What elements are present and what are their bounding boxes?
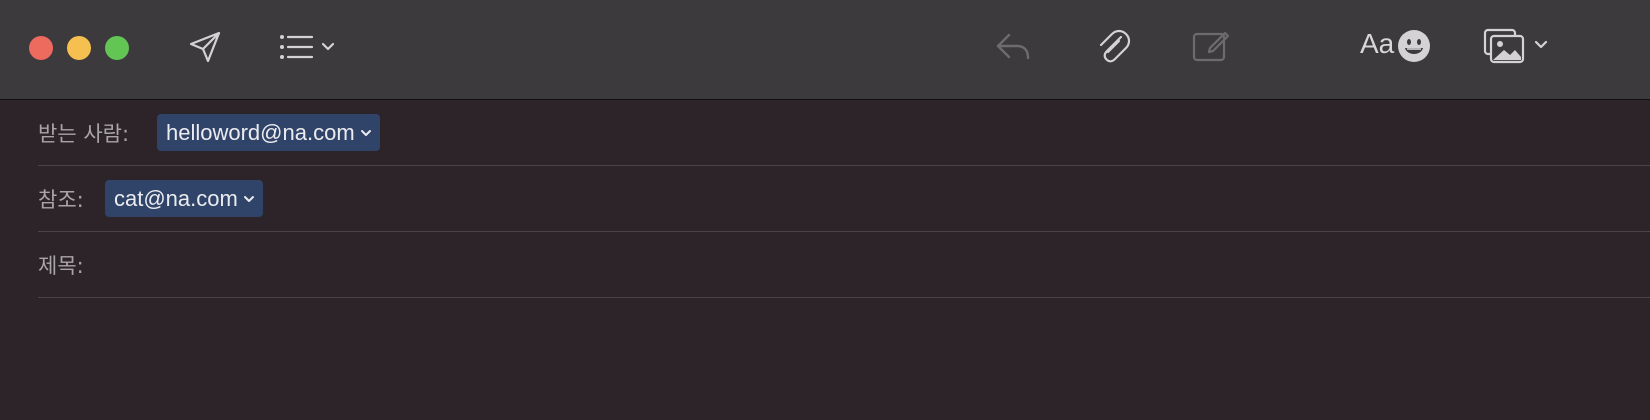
to-field: 받는 사람: helloword@na.com [38, 100, 1650, 166]
smiley-icon [1398, 30, 1430, 62]
cc-label: 참조: [38, 188, 84, 212]
markup-button[interactable] [1190, 26, 1232, 66]
photo-browser-button[interactable] [1482, 26, 1552, 66]
message-body[interactable] [0, 298, 1650, 420]
send-button[interactable] [186, 28, 224, 66]
markup-icon [1192, 31, 1230, 62]
chevron-down-icon[interactable] [243, 194, 255, 204]
subject-label: 제목: [38, 254, 84, 278]
cc-field: 참조: cat@na.com [38, 166, 1650, 232]
attach-button[interactable] [1094, 26, 1132, 68]
zoom-window-button[interactable] [105, 36, 129, 60]
list-icon [280, 35, 335, 59]
reply-arrow-icon [996, 33, 1030, 60]
subject-field[interactable]: 제목: [38, 232, 1650, 298]
cc-recipient-token[interactable]: cat@na.com [105, 180, 263, 217]
to-recipient-token[interactable]: helloword@na.com [157, 114, 380, 151]
emoji-button[interactable] [1396, 28, 1432, 64]
paperclip-icon [1099, 29, 1131, 63]
paper-plane-icon [189, 31, 221, 63]
to-recipient-address: helloword@na.com [166, 119, 355, 145]
cc-recipient-address: cat@na.com [114, 185, 238, 211]
photo-icon [1483, 28, 1548, 64]
reply-button[interactable] [992, 28, 1034, 66]
minimize-window-button[interactable] [67, 36, 91, 60]
close-window-button[interactable] [29, 36, 53, 60]
chevron-down-icon[interactable] [360, 128, 372, 138]
to-label: 받는 사람: [38, 122, 130, 146]
toolbar: Aa [0, 0, 1650, 100]
format-button[interactable]: Aa [1360, 28, 1394, 60]
header-fields-menu-button[interactable] [278, 30, 340, 64]
